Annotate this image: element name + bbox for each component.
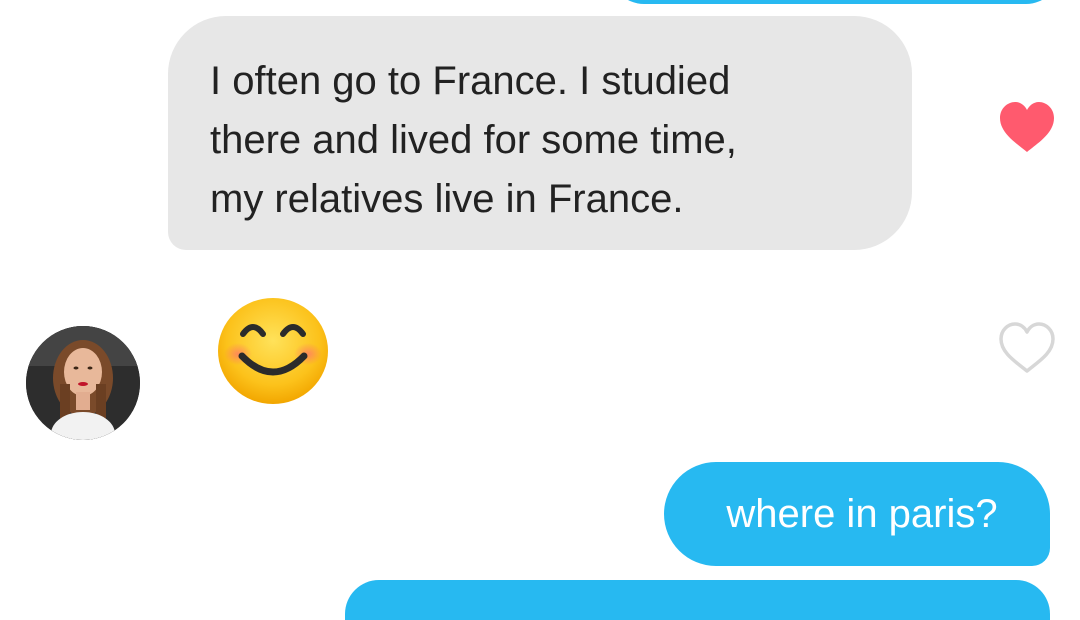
heart-filled-icon[interactable] bbox=[998, 100, 1056, 154]
avatar[interactable] bbox=[26, 326, 140, 440]
received-message-bubble[interactable]: I often go to France. I studied there an… bbox=[168, 16, 912, 250]
heart-outline-icon[interactable] bbox=[998, 321, 1056, 375]
smiling-face-emoji[interactable] bbox=[216, 296, 330, 406]
profile-photo bbox=[26, 326, 140, 440]
previous-sent-bubble-edge bbox=[610, 0, 1060, 4]
sent-message-bubble[interactable]: where in paris? bbox=[664, 462, 1050, 566]
next-sent-bubble-edge bbox=[345, 580, 1050, 620]
